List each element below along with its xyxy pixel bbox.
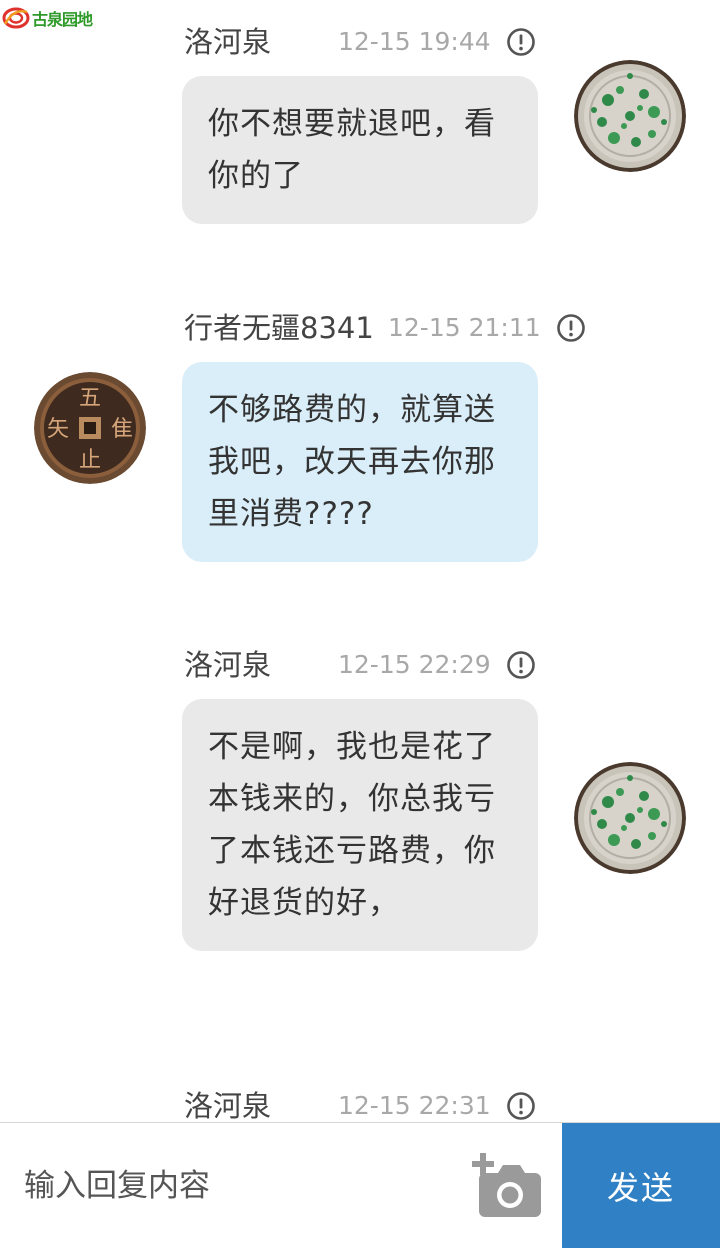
timestamp: 12-15 22:31: [338, 1091, 491, 1120]
alert-icon[interactable]: [506, 1091, 536, 1121]
reply-bar: 发送: [0, 1122, 720, 1248]
message-meta: 洛河泉 12-15 22:31: [184, 1086, 604, 1126]
message-meta: 洛河泉 12-15 22:29: [184, 645, 604, 685]
sender-name: 洛河泉: [184, 1089, 272, 1123]
sender-name: 洛河泉: [184, 25, 272, 59]
avatar[interactable]: [34, 372, 146, 484]
chat-message: 洛河泉 12-15 19:44 你不想要就退吧，看你的了: [0, 22, 720, 232]
message-meta: 洛河泉 12-15 19:44: [184, 22, 604, 62]
timestamp: 12-15 19:44: [338, 27, 491, 56]
chat-message: 行者无疆8341 12-15 21:11 不够路费的，就算送我吧，改天再去你那里…: [0, 308, 720, 568]
timestamp: 12-15 21:11: [388, 313, 541, 342]
camera-add-icon[interactable]: [470, 1153, 546, 1219]
message-bubble: 不是啊，我也是花了本钱来的，你总我亏了本钱还亏路费，你好退货的好，: [182, 699, 538, 951]
alert-icon[interactable]: [556, 313, 586, 343]
alert-icon[interactable]: [506, 650, 536, 680]
chat-message: 洛河泉 12-15 22:31: [0, 1086, 720, 1126]
avatar[interactable]: [574, 762, 686, 874]
message-bubble: 你不想要就退吧，看你的了: [182, 76, 538, 224]
logo: 古泉园地: [2, 4, 93, 32]
reply-input[interactable]: [0, 1123, 460, 1248]
message-bubble: 不够路费的，就算送我吧，改天再去你那里消费????: [182, 362, 538, 562]
sender-name: 洛河泉: [184, 648, 272, 682]
logo-text: 古泉园地: [32, 10, 93, 29]
alert-icon[interactable]: [506, 27, 536, 57]
sender-name: 行者无疆8341: [184, 311, 374, 345]
message-meta: 行者无疆8341 12-15 21:11: [184, 308, 604, 348]
timestamp: 12-15 22:29: [338, 650, 491, 679]
chat-screen: 古泉园地 洛河泉 12-15 19:44 你不想要就退吧，看你的了 行者无疆83…: [0, 0, 720, 1248]
send-button[interactable]: 发送: [562, 1123, 720, 1248]
chat-message: 洛河泉 12-15 22:29 不是啊，我也是花了本钱来的，你总我亏了本钱还亏路…: [0, 645, 720, 1005]
logo-icon: [2, 7, 30, 29]
avatar[interactable]: [574, 60, 686, 172]
